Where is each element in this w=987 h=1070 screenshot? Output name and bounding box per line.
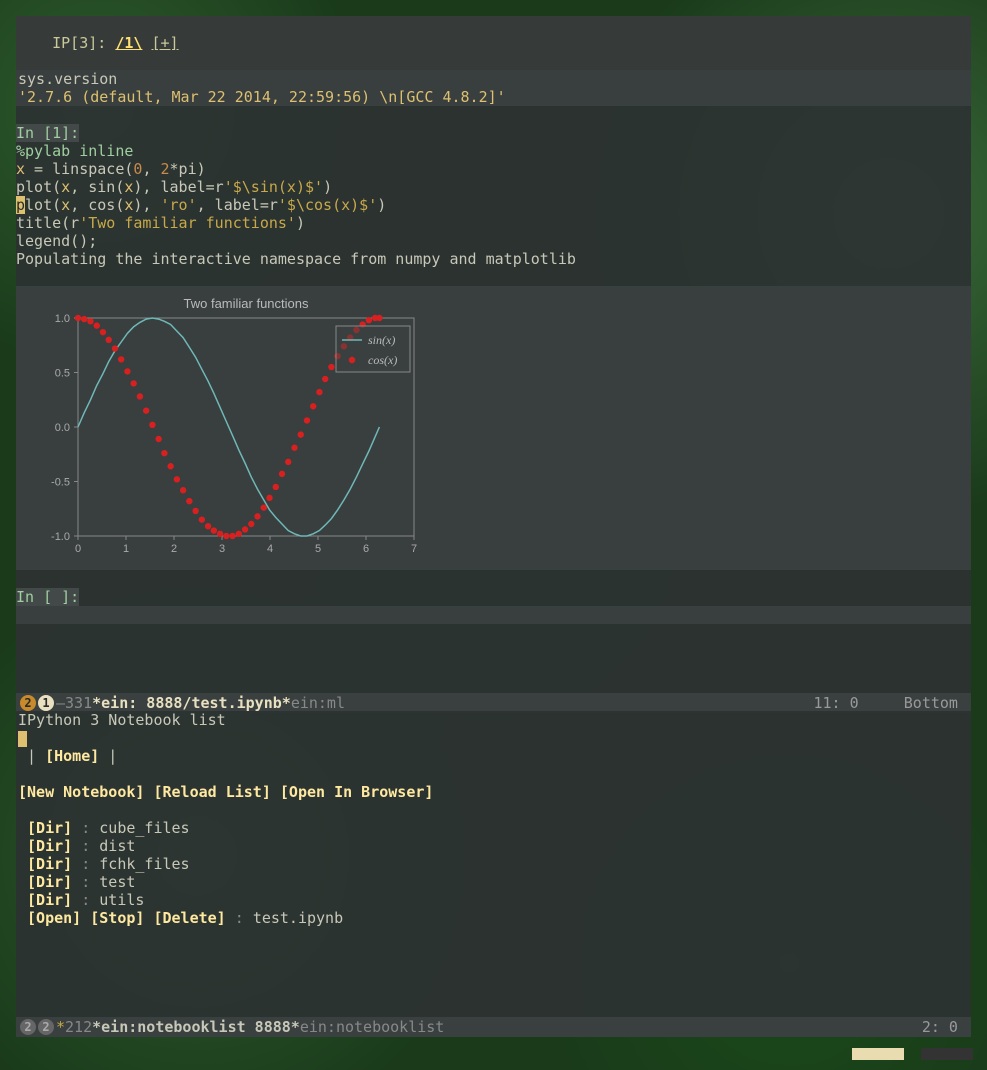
prompt-in-1: In [1]: <box>16 124 971 142</box>
reload-list-button[interactable]: [Reload List] <box>153 783 270 801</box>
cell-0-output: sys.version '2.7.6 (default, Mar 22 2014… <box>16 70 971 106</box>
dir-name[interactable]: fchk_files <box>99 855 189 873</box>
prompt-in-blank: In [ ]: <box>16 588 971 606</box>
output-line: sys.version <box>18 70 969 88</box>
open-in-browser-button[interactable]: [Open In Browser] <box>280 783 434 801</box>
dir-link[interactable]: [Dir] <box>27 891 72 909</box>
dock-icon[interactable] <box>852 1048 904 1060</box>
dir-row: [Dir] : dist <box>18 837 969 855</box>
file-row: [Open] [Stop] [Delete] : test.ipynb <box>18 909 969 927</box>
badge-window: 2 <box>20 1019 36 1035</box>
dir-link[interactable]: [Dir] <box>27 837 72 855</box>
svg-text:-0.5: -0.5 <box>51 477 70 489</box>
nblist-breadcrumb: | [Home] | <box>18 747 969 765</box>
code-line: plot(x, cos(x), 'ro', label=r'$\cos(x)$'… <box>16 196 971 214</box>
svg-text:7: 7 <box>411 543 417 555</box>
dir-name[interactable]: cube_files <box>99 819 189 837</box>
svg-text:4: 4 <box>267 543 273 555</box>
svg-text:1: 1 <box>123 543 129 555</box>
svg-text:-1.0: -1.0 <box>51 531 70 543</box>
svg-text:cos(x): cos(x) <box>368 353 397 367</box>
two-functions-plot: Two familiar functions 0 1 2 3 4 5 6 7 -1.0 -0.5 0.… <box>34 294 424 562</box>
badge-window: 2 <box>20 695 36 711</box>
dir-row: [Dir] : utils <box>18 891 969 909</box>
dir-row: [Dir] : test <box>18 873 969 891</box>
svg-text:3: 3 <box>219 543 225 555</box>
dock-icon[interactable] <box>921 1048 973 1060</box>
modeline-top: 2 1 — 331 *ein: 8888/test.ipynb* ein:ml … <box>16 693 971 713</box>
badge-buffer: 2 <box>38 1019 54 1035</box>
dir-name[interactable]: utils <box>99 891 144 909</box>
cell-1-stdout: Populating the interactive namespace fro… <box>16 250 971 268</box>
nblist-actions: [New Notebook] [Reload List] [Open In Br… <box>18 783 969 801</box>
svg-text:sin(x): sin(x) <box>368 333 395 347</box>
tab-active[interactable]: /1\ <box>115 34 142 52</box>
cursor-position: 11: 0 <box>813 694 858 712</box>
badge-buffer: 1 <box>38 695 54 711</box>
svg-text:0.5: 0.5 <box>55 368 70 380</box>
notebook-editor-panel: IP[3]: /1\ [+] sys.version '2.7.6 (defau… <box>16 16 971 710</box>
svg-text:Two familiar functions: Two familiar functions <box>184 296 309 311</box>
text-cursor: p <box>16 196 25 214</box>
dir-link[interactable]: [Dir] <box>27 873 72 891</box>
dir-link[interactable]: [Dir] <box>27 855 72 873</box>
svg-text:0: 0 <box>75 543 81 555</box>
buffer-name: *ein:notebooklist 8888* <box>92 1018 300 1036</box>
code-line: legend(); <box>16 232 971 250</box>
dock-icons <box>844 1046 973 1064</box>
home-link[interactable]: [Home] <box>45 747 99 765</box>
svg-text:2: 2 <box>171 543 177 555</box>
output-line: '2.7.6 (default, Mar 22 2014, 22:59:56) … <box>18 88 969 106</box>
tab-add[interactable]: [+] <box>151 34 178 52</box>
code-line: %pylab inline <box>16 142 971 160</box>
file-name[interactable]: test.ipynb <box>253 909 343 927</box>
dir-link[interactable]: [Dir] <box>27 819 72 837</box>
cursor-position: 2: 0 <box>922 1018 958 1036</box>
chart-output: Two familiar functions 0 1 2 3 4 5 6 7 -1.0 -0.5 0.… <box>16 286 971 570</box>
buffer-name: *ein: 8888/test.ipynb* <box>92 694 291 712</box>
major-mode: ein:notebooklist <box>300 1018 445 1036</box>
scroll-location: Bottom <box>904 694 958 712</box>
tab-bar: IP[3]: /1\ [+] <box>16 16 971 70</box>
open-button[interactable]: [Open] <box>27 909 81 927</box>
stop-button[interactable]: [Stop] <box>90 909 144 927</box>
dir-name[interactable]: dist <box>99 837 135 855</box>
empty-cell[interactable] <box>16 606 971 624</box>
tab-prefix: IP[3]: <box>52 34 115 52</box>
code-line: plot(x, sin(x), label=r'$\sin(x)$') <box>16 178 971 196</box>
dir-row: [Dir] : cube_files <box>18 819 969 837</box>
modeline-bottom: 2 2 * 212 *ein:notebooklist 8888* ein:no… <box>16 1017 971 1037</box>
code-line: title(r'Two familiar functions') <box>16 214 971 232</box>
svg-text:6: 6 <box>363 543 369 555</box>
major-mode: ein:ml <box>291 694 345 712</box>
new-notebook-button[interactable]: [New Notebook] <box>18 783 144 801</box>
nblist-header: IPython 3 Notebook list <box>18 711 969 729</box>
svg-text:1.0: 1.0 <box>55 313 70 325</box>
text-cursor <box>18 731 27 747</box>
dir-row: [Dir] : fchk_files <box>18 855 969 873</box>
code-line: x = linspace(0, 2*pi) <box>16 160 971 178</box>
dir-name[interactable]: test <box>99 873 135 891</box>
notebooklist-panel: IPython 3 Notebook list | [Home] | [New … <box>16 711 971 1037</box>
delete-button[interactable]: [Delete] <box>153 909 225 927</box>
svg-text:0.0: 0.0 <box>55 422 70 434</box>
cell-1-code[interactable]: %pylab inline x = linspace(0, 2*pi) plot… <box>16 142 971 250</box>
svg-text:5: 5 <box>315 543 321 555</box>
